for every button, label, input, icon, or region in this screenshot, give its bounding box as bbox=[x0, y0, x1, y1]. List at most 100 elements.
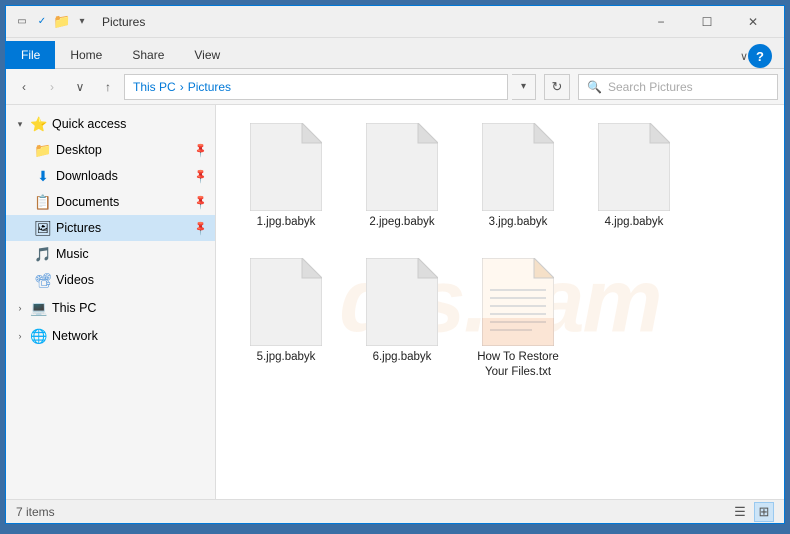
quick-access-label: Quick access bbox=[52, 117, 207, 131]
folder-icon: 📁 bbox=[54, 16, 70, 28]
file-icon-image bbox=[250, 258, 322, 346]
tab-home[interactable]: Home bbox=[55, 41, 117, 69]
ribbon-tabs: File Home Share View ∨ ? bbox=[6, 38, 784, 68]
file-item[interactable]: 1.jpg.babyk bbox=[236, 117, 336, 236]
content-area: dis.cam 1.jpg.babyk bbox=[216, 105, 784, 499]
pictures-label: Pictures bbox=[56, 221, 191, 235]
sidebar-quick-access[interactable]: ▾ ⭐ Quick access bbox=[6, 111, 215, 137]
file-icon-text bbox=[482, 258, 554, 346]
pin-icon: 📌 bbox=[192, 168, 209, 185]
sidebar-item-this-pc[interactable]: › 💻 This PC bbox=[6, 295, 215, 321]
tab-view[interactable]: View bbox=[179, 41, 235, 69]
search-icon: 🔍 bbox=[587, 80, 602, 94]
file-name: 6.jpg.babyk bbox=[373, 350, 432, 365]
address-bar[interactable]: This PC › Pictures bbox=[124, 74, 508, 100]
folder-icon: 📁 bbox=[34, 142, 52, 159]
sidebar-item-pictures[interactable]: 🖼 Pictures 📌 bbox=[6, 215, 215, 241]
music-icon: 🎵 bbox=[34, 246, 52, 263]
chevron-down-icon: ∨ bbox=[740, 50, 748, 63]
network-icon: 🌐 bbox=[30, 328, 48, 345]
address-dropdown[interactable]: ▾ bbox=[512, 74, 536, 100]
file-item[interactable]: 6.jpg.babyk bbox=[352, 252, 452, 386]
file-name: How To Restore Your Files.txt bbox=[474, 350, 562, 380]
details-view-button[interactable]: ☰ bbox=[730, 502, 750, 522]
desktop-label: Desktop bbox=[56, 143, 191, 157]
dropdown-arrow-icon: ▾ bbox=[74, 16, 90, 28]
explorer-window: ▭ ✓ 📁 ▾ Pictures − ☐ ✕ File Home Share V… bbox=[5, 5, 785, 524]
nav-bar: ‹ › ∨ ↑ This PC › Pictures ▾ ↻ 🔍 Search … bbox=[6, 69, 784, 105]
downloads-label: Downloads bbox=[56, 169, 191, 183]
recent-button[interactable]: ∨ bbox=[68, 75, 92, 99]
title-bar-icons: ▭ ✓ 📁 ▾ bbox=[14, 16, 90, 28]
file-icon-image bbox=[482, 123, 554, 211]
refresh-button[interactable]: ↻ bbox=[544, 74, 570, 100]
file-item[interactable]: 5.jpg.babyk bbox=[236, 252, 336, 386]
search-placeholder: Search Pictures bbox=[608, 80, 693, 94]
quick-access-toolbar-icon: ▭ bbox=[14, 16, 30, 28]
this-pc-label: This PC bbox=[52, 301, 207, 315]
pin-icon: 📌 bbox=[192, 142, 209, 159]
network-group: › 🌐 Network bbox=[6, 323, 215, 349]
back-button[interactable]: ‹ bbox=[12, 75, 36, 99]
quick-access-group: ▾ ⭐ Quick access 📁 Desktop 📌 ⬇ Downloads… bbox=[6, 111, 215, 293]
address-sep1: › bbox=[180, 80, 184, 94]
search-box[interactable]: 🔍 Search Pictures bbox=[578, 74, 778, 100]
help-button[interactable]: ? bbox=[748, 44, 772, 68]
address-pc: This PC bbox=[133, 80, 176, 94]
pictures-icon: 🖼 bbox=[34, 220, 52, 237]
sidebar-item-network[interactable]: › 🌐 Network bbox=[6, 323, 215, 349]
view-buttons: ☰ ⊞ bbox=[730, 502, 774, 522]
videos-label: Videos bbox=[56, 273, 207, 287]
sidebar-item-downloads[interactable]: ⬇ Downloads 📌 bbox=[6, 163, 215, 189]
file-icon-image bbox=[366, 123, 438, 211]
item-count: 7 items bbox=[16, 505, 55, 519]
pc-icon: 💻 bbox=[30, 300, 48, 317]
documents-label: Documents bbox=[56, 195, 191, 209]
expand-icon: ▾ bbox=[14, 119, 26, 130]
window-title: Pictures bbox=[102, 15, 638, 29]
pin-icon: 📌 bbox=[192, 220, 209, 237]
file-item[interactable]: 2.jpeg.babyk bbox=[352, 117, 452, 236]
sidebar-item-documents[interactable]: 📋 Documents 📌 bbox=[6, 189, 215, 215]
main-area: ▾ ⭐ Quick access 📁 Desktop 📌 ⬇ Downloads… bbox=[6, 105, 784, 499]
minimize-button[interactable]: − bbox=[638, 6, 684, 38]
file-icon-image bbox=[250, 123, 322, 211]
file-item[interactable]: How To Restore Your Files.txt bbox=[468, 252, 568, 386]
ribbon: File Home Share View ∨ ? bbox=[6, 38, 784, 69]
tab-share[interactable]: Share bbox=[117, 41, 179, 69]
file-name: 5.jpg.babyk bbox=[257, 350, 316, 365]
expand-icon: › bbox=[14, 331, 26, 341]
file-name: 2.jpeg.babyk bbox=[369, 215, 434, 230]
forward-button: › bbox=[40, 75, 64, 99]
ribbon-collapse[interactable]: ∨ ? bbox=[732, 44, 784, 68]
file-icon-image bbox=[366, 258, 438, 346]
expand-icon: › bbox=[14, 303, 26, 313]
network-label: Network bbox=[52, 329, 207, 343]
sidebar-item-videos[interactable]: 📽 Videos bbox=[6, 267, 215, 293]
checkmark-icon: ✓ bbox=[34, 16, 50, 28]
large-icons-view-button[interactable]: ⊞ bbox=[754, 502, 774, 522]
maximize-button[interactable]: ☐ bbox=[684, 6, 730, 38]
this-pc-group: › 💻 This PC bbox=[6, 295, 215, 321]
file-name: 1.jpg.babyk bbox=[257, 215, 316, 230]
address-pictures: Pictures bbox=[188, 80, 231, 94]
file-item[interactable]: 4.jpg.babyk bbox=[584, 117, 684, 236]
file-item[interactable]: 3.jpg.babyk bbox=[468, 117, 568, 236]
file-name: 3.jpg.babyk bbox=[489, 215, 548, 230]
music-label: Music bbox=[56, 247, 207, 261]
up-button[interactable]: ↑ bbox=[96, 75, 120, 99]
sidebar-item-desktop[interactable]: 📁 Desktop 📌 bbox=[6, 137, 215, 163]
download-icon: ⬇ bbox=[34, 168, 52, 185]
videos-icon: 📽 bbox=[34, 272, 52, 289]
title-bar: ▭ ✓ 📁 ▾ Pictures − ☐ ✕ bbox=[6, 6, 784, 38]
status-bar: 7 items ☰ ⊞ bbox=[6, 499, 784, 523]
star-icon: ⭐ bbox=[30, 116, 48, 133]
tab-file[interactable]: File bbox=[6, 41, 55, 69]
close-button[interactable]: ✕ bbox=[730, 6, 776, 38]
sidebar: ▾ ⭐ Quick access 📁 Desktop 📌 ⬇ Downloads… bbox=[6, 105, 216, 499]
sidebar-item-music[interactable]: 🎵 Music bbox=[6, 241, 215, 267]
documents-icon: 📋 bbox=[34, 194, 52, 211]
files-grid: 1.jpg.babyk 2.jpeg.babyk bbox=[236, 117, 764, 386]
file-icon-image bbox=[598, 123, 670, 211]
pin-icon: 📌 bbox=[192, 194, 209, 211]
